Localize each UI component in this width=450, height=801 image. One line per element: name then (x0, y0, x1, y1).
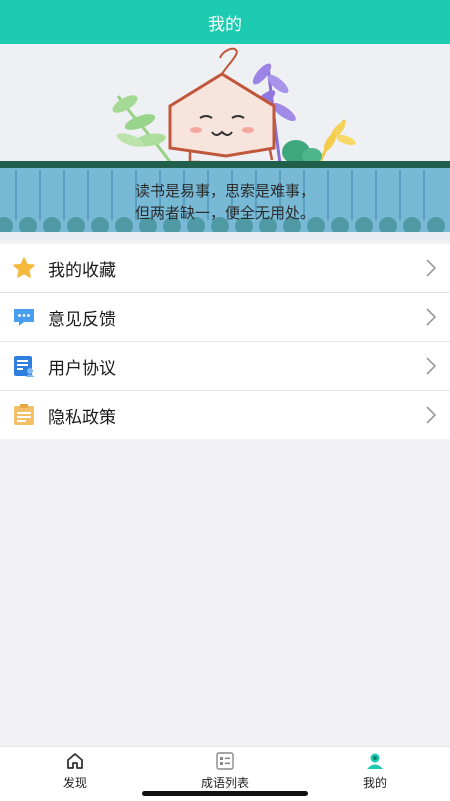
chevron-right-icon (426, 308, 436, 326)
menu-item-feedback[interactable]: 意见反馈 (0, 293, 450, 342)
tab-discover[interactable]: 发现 (0, 747, 150, 801)
menu-item-user-agreement[interactable]: 用户协议 (0, 342, 450, 391)
page-title: 我的 (208, 14, 242, 35)
menu-item-label: 意见反馈 (48, 309, 116, 330)
plant-left (112, 95, 172, 163)
privacy-policy-icon (12, 403, 36, 427)
menu-item-label: 用户协议 (48, 358, 116, 379)
hero-banner: 读书是易事，思索是难事， 但两者缺一，便全无用处。 (0, 44, 450, 240)
profile-icon (367, 753, 383, 769)
user-agreement-icon (12, 354, 36, 378)
tab-mine[interactable]: 我的 (300, 747, 450, 801)
plant-green (282, 140, 322, 164)
feedback-icon (12, 305, 36, 329)
menu-item-label: 我的收藏 (48, 260, 116, 281)
plant-yellow (318, 119, 356, 163)
chevron-right-icon (426, 357, 436, 375)
star-icon (12, 256, 36, 280)
header-bar: 我的 (0, 0, 450, 44)
settings-menu: 我的收藏 意见反馈 用户协议 隐私政策 (0, 244, 450, 439)
quote-line-1: 读书是易事，思索是难事， (134, 182, 315, 200)
menu-item-favorites[interactable]: 我的收藏 (0, 244, 450, 293)
quote-text: 读书是易事，思索是难事， 但两者缺一，便全无用处。 (0, 180, 450, 224)
home-indicator[interactable] (142, 791, 308, 796)
roof-ridge (0, 161, 450, 168)
quote-line-2: 但两者缺一，便全无用处。 (134, 204, 315, 222)
menu-item-privacy-policy[interactable]: 隐私政策 (0, 391, 450, 439)
tab-label: 我的 (362, 776, 387, 790)
home-icon (67, 753, 83, 769)
menu-item-label: 隐私政策 (48, 407, 116, 428)
tab-label: 发现 (62, 776, 87, 790)
chevron-right-icon (426, 406, 436, 424)
tab-label: 成语列表 (200, 776, 249, 790)
mascot (168, 47, 276, 164)
list-icon (216, 752, 234, 770)
chevron-right-icon (426, 259, 436, 277)
